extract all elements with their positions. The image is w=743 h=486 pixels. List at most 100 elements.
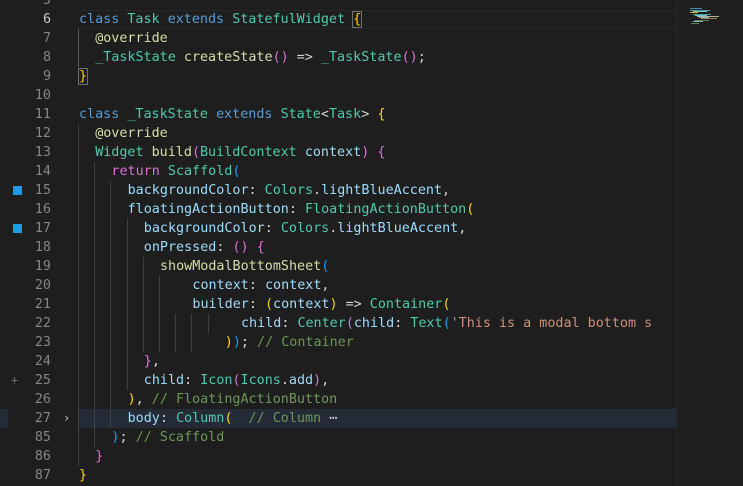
code-token: Icon [200, 373, 233, 388]
code-line[interactable]: 12 @override [0, 124, 676, 143]
code-line[interactable]: 86} [0, 447, 676, 466]
code-token: Scaffold [167, 164, 233, 179]
chevron-right-icon[interactable]: › [63, 409, 70, 428]
code-text[interactable]: onPressed: () { [144, 238, 265, 257]
indent-guide [110, 333, 112, 352]
code-text[interactable]: } [79, 466, 87, 485]
code-token: ( [345, 316, 354, 331]
modified-line-marker[interactable] [13, 224, 22, 233]
code-text[interactable]: floatingActionButton: FloatingActionButt… [128, 200, 475, 219]
code-line[interactable]: 26), // FloatingActionButton [0, 390, 676, 409]
minimap-line [701, 18, 717, 19]
code-text[interactable]: class Task extends StatefulWidget { [79, 10, 363, 29]
code-line[interactable]: 23)); // Container [0, 333, 676, 352]
code-token: ) [224, 335, 233, 350]
indent-guide [110, 200, 112, 219]
code-line[interactable]: 17 backgroundColor: Colors.lightBlueAccen… [0, 219, 676, 238]
code-text[interactable]: context: context, [192, 276, 329, 295]
code-token: : [394, 316, 411, 331]
indent-guide [78, 143, 79, 162]
line-number: 14 [34, 164, 51, 179]
code-line[interactable]: 11 class _TaskState extends State<Task> { [0, 105, 676, 124]
code-lines[interactable]: 5 6 class Task extends StatefulWidget {7 @o… [0, 0, 676, 485]
indent-guide [94, 409, 96, 428]
code-text[interactable]: child: Center(child: Text('This is a mod… [241, 314, 652, 333]
indent-guide [110, 352, 112, 371]
code-line[interactable]: 15 backgroundColor: Colors.lightBlueAccen… [0, 181, 676, 200]
indent-guide [110, 238, 112, 257]
line-number: 20 [34, 278, 51, 293]
code-token: // Container [257, 335, 354, 350]
minimap-line [691, 23, 699, 24]
line-number: 11 [34, 107, 51, 122]
code-line[interactable]: 5 [0, 0, 676, 10]
code-text[interactable]: } [95, 447, 103, 466]
code-text[interactable]: _TaskState createState() => _TaskState()… [95, 48, 426, 67]
code-line[interactable]: 22 child: Center(child: Text('This is a m… [0, 314, 676, 333]
code-line[interactable]: 21 builder: (context) => Container( [0, 295, 676, 314]
code-line[interactable]: 87} [0, 466, 676, 485]
code-token: , [151, 354, 160, 369]
indent-guide [175, 333, 177, 352]
code-text[interactable]: Widget build(BuildContext context) { [95, 143, 385, 162]
code-text[interactable]: return Scaffold( [111, 162, 240, 181]
indent-guide [126, 276, 128, 295]
code-line[interactable]: 25 + child: Icon(Icons.add), [0, 371, 676, 390]
code-text[interactable]: }, [144, 352, 160, 371]
code-line[interactable]: 9} [0, 67, 676, 86]
code-line[interactable]: 18 onPressed: () { [0, 238, 676, 257]
indent-guide [159, 333, 160, 352]
code-token: { [352, 11, 363, 28]
indent-guide [142, 295, 144, 314]
code-text[interactable]: showModalBottomSheet( [160, 257, 329, 276]
indent-guide [78, 314, 79, 333]
code-text[interactable]: builder: (context) => Container( [192, 295, 450, 314]
code-token: Task [127, 12, 168, 27]
code-line[interactable]: 16 floatingActionButton: FloatingActionBu… [0, 200, 676, 219]
code-text[interactable]: backgroundColor: Colors.lightBlueAccent, [144, 219, 467, 238]
code-line[interactable]: 20 context: context, [0, 276, 676, 295]
code-text[interactable]: } [77, 67, 89, 86]
code-text[interactable]: @override [95, 124, 168, 143]
code-token: > [361, 107, 378, 122]
code-token: , [442, 183, 451, 198]
code-token: Widget [95, 145, 152, 160]
modified-line-marker[interactable] [13, 186, 22, 195]
code-token: Colors [280, 221, 330, 236]
code-line[interactable]: 6 class Task extends StatefulWidget { [0, 10, 676, 29]
code-text[interactable]: @override [95, 29, 168, 48]
line-number: 15 [34, 183, 51, 198]
code-line[interactable]: 7 @override [0, 29, 676, 48]
code-line[interactable]: 13 Widget build(BuildContext context) { [0, 143, 676, 162]
code-text[interactable]: ), // FloatingActionButton [128, 390, 338, 409]
code-line[interactable]: 19 showModalBottomSheet( [0, 257, 676, 276]
code-token: backgroundColor [127, 183, 249, 198]
indent-guide [94, 276, 96, 295]
code-line[interactable]: 27 › body: Column( // Column ⋯ [0, 409, 676, 428]
code-token: Container [369, 297, 443, 312]
indent-guide [78, 276, 79, 295]
code-text[interactable]: body: Column( // Column ⋯ [128, 409, 338, 428]
indent-guides [78, 0, 678, 10]
indent-guide [207, 314, 209, 333]
code-text[interactable]: backgroundColor: Colors.lightBlueAccent, [128, 181, 451, 200]
code-text[interactable]: ); // Scaffold [111, 428, 224, 447]
code-line[interactable]: 14 return Scaffold( [0, 162, 676, 181]
code-token: child [241, 316, 282, 331]
line-number: 25 [34, 373, 51, 388]
plus-icon[interactable]: + [11, 371, 18, 390]
indent-guides [78, 333, 678, 352]
code-text[interactable]: child: Icon(Icons.add), [144, 371, 329, 390]
code-token: Task [328, 107, 362, 122]
code-editor[interactable]: 5 6 class Task extends StatefulWidget {7 @o… [0, 0, 743, 486]
code-text[interactable]: )); // Container [225, 333, 354, 352]
code-line[interactable]: 24}, [0, 352, 676, 371]
code-line[interactable]: 85); // Scaffold [0, 428, 676, 447]
code-token: onPressed [143, 240, 217, 255]
line-number: 24 [34, 354, 51, 369]
code-token: ( [264, 297, 274, 312]
minimap[interactable] [676, 0, 743, 486]
code-line[interactable]: 10 [0, 86, 676, 105]
code-text[interactable]: class _TaskState extends State<Task> { [79, 105, 385, 124]
code-line[interactable]: 8 _TaskState createState() => _TaskState(… [0, 48, 676, 67]
